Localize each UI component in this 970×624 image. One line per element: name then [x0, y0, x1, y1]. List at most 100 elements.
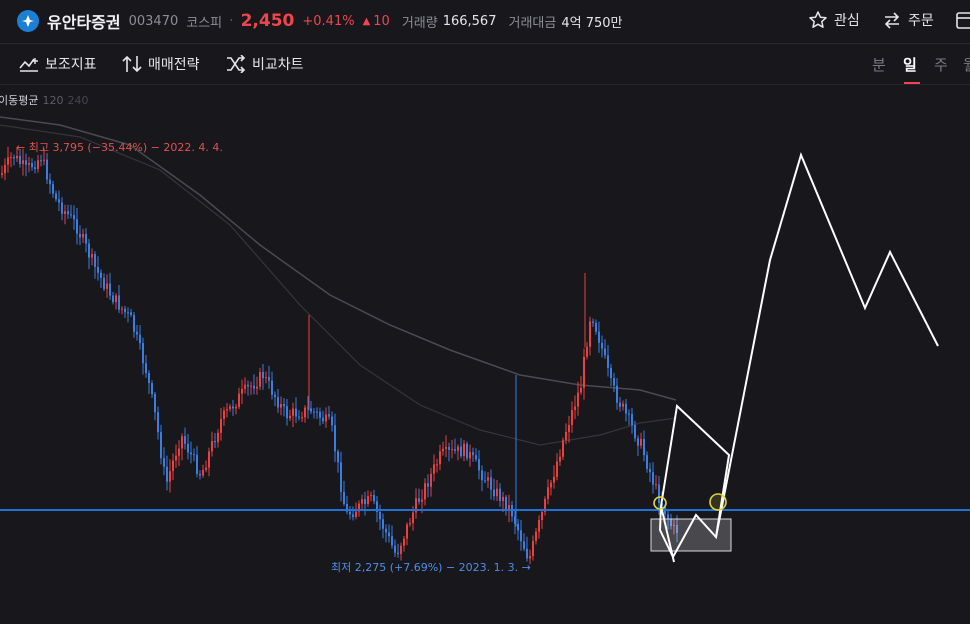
candle-body: [583, 356, 585, 388]
candle-body: [37, 160, 39, 169]
forecast-drawing-upper[interactable]: [715, 152, 939, 538]
timeframe-minute[interactable]: 분: [872, 54, 886, 75]
candle-body: [232, 406, 234, 409]
candle-body: [574, 406, 576, 410]
candle-body: [190, 452, 192, 455]
candle-body: [193, 454, 195, 456]
candle-body: [667, 514, 669, 519]
candle-body: [538, 520, 540, 532]
candle-body: [373, 495, 375, 502]
company-logo-icon: [17, 10, 39, 32]
candle-body: [397, 552, 399, 554]
swap-icon: [884, 12, 900, 29]
candle-body: [367, 496, 369, 505]
candle-body: [226, 409, 228, 411]
candle-body: [394, 545, 396, 553]
candle-body: [628, 413, 630, 415]
candle-body: [205, 467, 207, 470]
candle-body: [454, 449, 456, 451]
stock-code: 003470: [128, 13, 179, 29]
candle-body: [481, 470, 483, 481]
candle-body: [646, 455, 648, 469]
order-button[interactable]: 주문: [882, 10, 934, 30]
candle-body: [424, 483, 426, 500]
candle-body: [118, 295, 120, 310]
candle-body: [580, 387, 582, 393]
indicators-button[interactable]: 보조지표: [19, 54, 97, 74]
change-percent: +0.41%: [302, 13, 355, 29]
candle-body: [577, 392, 579, 407]
candle-body: [343, 491, 345, 504]
candle-body: [160, 432, 162, 459]
candle-body: [208, 451, 210, 468]
candle-body: [214, 441, 216, 443]
candle-body: [247, 384, 249, 387]
volume-value: 166,567: [442, 13, 497, 29]
timeframe-month[interactable]: 월: [963, 54, 970, 75]
candle-body: [139, 334, 141, 344]
candle-body: [100, 272, 102, 278]
calendar-button[interactable]: [955, 10, 970, 30]
candle-body: [70, 214, 72, 216]
candle-body: [439, 451, 441, 465]
candle-body: [43, 159, 45, 161]
candle-body: [403, 538, 405, 546]
candle-body: [310, 408, 312, 412]
candle-body: [427, 483, 429, 487]
candle-body: [238, 393, 240, 407]
ma-legend[interactable]: 이동평균 120 240: [0, 92, 92, 108]
candle-body: [592, 321, 594, 323]
candle-body: [625, 403, 627, 414]
candle-body: [274, 394, 276, 398]
candle-body: [502, 496, 504, 501]
candle-body: [34, 167, 36, 169]
candle-body: [466, 443, 468, 459]
candle-body: [553, 476, 555, 483]
candle-body: [85, 234, 87, 244]
timeframe-day[interactable]: 일: [903, 54, 917, 75]
candle-body: [202, 469, 204, 476]
candle-body: [445, 447, 447, 449]
candle-body: [364, 499, 366, 505]
candle-body: [541, 511, 543, 521]
indicators-label: 보조지표: [45, 57, 97, 73]
candle-body: [556, 461, 558, 477]
candle-body: [13, 157, 15, 159]
marker-circle-right[interactable]: [709, 493, 727, 511]
candle-body: [52, 184, 54, 194]
candle-body: [253, 385, 255, 389]
price-chart[interactable]: ← 최고 3,795 (−35.44%) − 2022. 4. 4. 최저 2,…: [0, 85, 970, 624]
candle-body: [442, 448, 444, 452]
candle-body: [475, 455, 477, 460]
candle-body: [106, 283, 108, 289]
candle-body: [487, 477, 489, 481]
ma-legend-title: 이동평균: [0, 94, 39, 107]
candle-body: [304, 407, 306, 418]
candle-body: [277, 397, 279, 408]
candle-body: [25, 160, 27, 165]
candle-body: [109, 283, 111, 296]
candle-body: [412, 512, 414, 524]
ma-legend-120: 120: [42, 94, 64, 107]
compare-button[interactable]: 비교차트: [226, 54, 304, 74]
candle-body: [121, 308, 123, 310]
candle-body: [637, 438, 639, 446]
candle-body: [400, 545, 402, 554]
strategy-button[interactable]: 매매전략: [121, 54, 200, 74]
candle-body: [250, 385, 252, 387]
candle-body: [388, 532, 390, 537]
candle-body: [79, 233, 81, 238]
candle-body: [199, 473, 201, 476]
watch-button[interactable]: 관심: [808, 10, 860, 30]
candle-body: [433, 464, 435, 474]
candle-body: [142, 343, 144, 364]
shuffle-icon: [227, 55, 246, 73]
timeframe-week[interactable]: 주: [934, 54, 948, 75]
candle-body: [58, 199, 60, 203]
calendar-icon: [956, 12, 970, 29]
candle-body: [217, 432, 219, 443]
candle-body: [457, 446, 459, 451]
stock-name[interactable]: 유안타증권: [47, 9, 121, 33]
candle-body: [31, 163, 33, 168]
order-label: 주문: [908, 13, 934, 29]
